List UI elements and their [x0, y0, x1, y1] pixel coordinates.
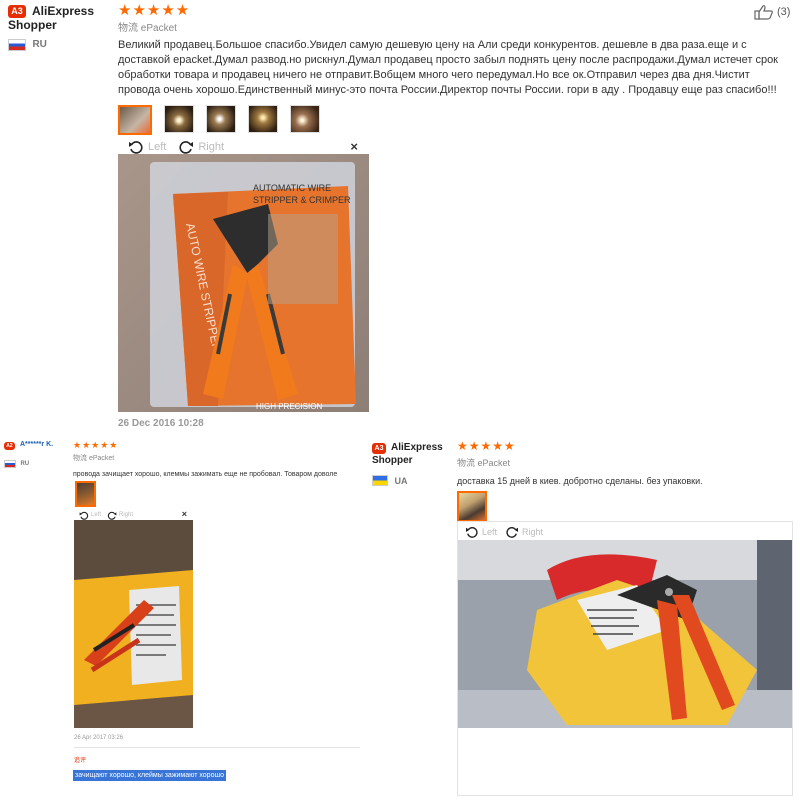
photo-thumbnail[interactable] — [118, 105, 152, 135]
rotate-left-icon — [129, 141, 143, 154]
review-photo: AUTOMATIC WIRE STRIPPER & CRIMPER AUTO W… — [118, 154, 369, 412]
flag-ru-icon — [4, 459, 16, 468]
photo-thumbnail[interactable] — [164, 105, 194, 133]
photo-viewer-toolbar: Left Right × — [75, 509, 191, 520]
photo-thumbnail[interactable] — [248, 105, 278, 133]
package-text: STRIPPER & CRIMPER — [253, 195, 351, 205]
package-text: AUTOMATIC WIRE — [253, 183, 331, 193]
rotate-left-button[interactable]: Left — [128, 140, 166, 154]
photo-viewer-toolbar: Left Right × — [118, 139, 368, 154]
shipping-info: 物流 ePacket — [118, 23, 177, 34]
photo-thumbnail[interactable] — [290, 105, 320, 133]
rotate-left-icon — [79, 511, 89, 520]
divider — [74, 747, 360, 748]
close-viewer-button[interactable]: × — [182, 509, 187, 519]
review-text: доставка 15 дней в киев. добротно сделан… — [457, 476, 703, 486]
user-level-badge: A2 — [4, 442, 15, 450]
review-photo — [74, 520, 193, 728]
reviewer-name[interactable]: AliExpress Shopper — [372, 441, 452, 467]
package-text: HIGH PRECISION — [256, 402, 322, 411]
photo-thumbnail[interactable] — [206, 105, 236, 133]
photo-thumbnail[interactable] — [457, 491, 487, 522]
rotate-left-button[interactable]: Left — [79, 511, 101, 520]
star-rating: ★★★★★ — [73, 440, 119, 450]
shipping-info: 物流 ePacket — [73, 455, 115, 462]
photo-thumbnail[interactable] — [75, 481, 96, 507]
flag-ua-icon — [372, 475, 388, 487]
review-date: 26 Dec 2016 10:28 — [118, 418, 204, 429]
star-rating: ★★★★★ — [118, 2, 191, 19]
helpful-button[interactable]: (3) — [754, 4, 790, 20]
followup-text: зачищают хорошо, клеймы зажимают хорошо — [73, 770, 226, 781]
reviewer-name[interactable]: A******r K. — [20, 441, 53, 448]
reviewer-country: UA — [372, 472, 407, 490]
rotate-right-button[interactable]: Right — [107, 511, 133, 520]
shipping-info: 物流 ePacket — [457, 458, 511, 468]
followup-label: 追评 — [74, 758, 87, 764]
thumbs-up-icon — [754, 5, 773, 20]
photo-viewer-frame — [457, 521, 793, 796]
reviewer-country: RU — [4, 455, 29, 473]
photo-thumbnails — [118, 105, 320, 135]
review-text: провода зачищает хорошо, клеммы зажимать… — [73, 471, 338, 478]
reviewer-name[interactable]: AliExpress Shopper — [8, 4, 108, 32]
rotate-right-icon — [179, 141, 194, 154]
review-date: 26 Apr 2017 03:26 — [74, 735, 124, 741]
reviewer-country: RU — [8, 36, 47, 54]
flag-ru-icon — [8, 38, 26, 51]
review-text: Великий продавец.Большое спасибо.Увидел … — [118, 39, 778, 96]
helpful-count: (3) — [777, 6, 791, 18]
rotate-right-icon — [107, 511, 117, 520]
star-rating: ★★★★★ — [457, 439, 516, 453]
rotate-right-button[interactable]: Right — [178, 140, 224, 154]
close-viewer-button[interactable]: × — [350, 139, 358, 154]
